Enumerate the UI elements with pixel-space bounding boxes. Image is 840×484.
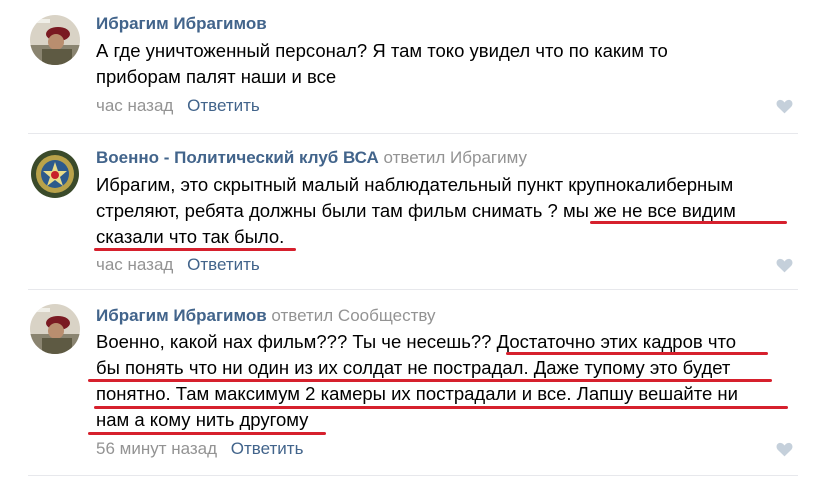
timestamp: час назад [96,96,174,115]
comment-line: бы понять что ни один из их солдат не по… [96,357,731,378]
comment-line: приборам палят наши и все [96,66,337,87]
comment-divider [28,475,798,476]
red-underline [88,432,326,435]
heart-icon[interactable] [776,99,793,114]
comment-meta: час назад Ответить [96,96,260,116]
heart-icon[interactable] [776,258,793,273]
comment-author-line: Ибрагим Ибрагимов [96,14,267,34]
reply-to-label: ответил Сообществу [271,306,436,325]
comment-text: А где уничтоженный персонал? Я там токо … [96,38,796,90]
timestamp: час назад [96,255,174,274]
emblem-avatar-icon [30,149,80,199]
comment-author-line: Военно - Политический клуб ВСА ответил И… [96,148,527,168]
comment-line: Ибрагим, это скрытный малый наблюдательн… [96,174,734,195]
red-underline [590,221,787,224]
avatar[interactable] [30,15,80,65]
heart-icon[interactable] [776,442,793,457]
red-underline [94,406,788,409]
author-name[interactable]: Военно - Политический клуб ВСА [96,148,379,167]
comment: Ибрагим Ибрагимов ответил Сообществу Вое… [0,290,840,484]
comment-author-line: Ибрагим Ибрагимов ответил Сообществу [96,306,436,326]
red-underline [88,379,772,382]
comment-text: Ибрагим, это скрытный малый наблюдательн… [96,172,796,250]
comment-meta: час назад Ответить [96,255,260,275]
soldier-avatar-icon [30,15,80,65]
comment: Военно - Политический клуб ВСА ответил И… [0,135,840,290]
red-underline [94,248,296,251]
reply-to-label: ответил Ибрагиму [383,148,527,167]
reply-link[interactable]: Ответить [231,439,304,458]
comment-divider [28,133,798,134]
soldier-avatar-icon [30,304,80,354]
comment-line: нам а кому нить другому [96,409,309,430]
reply-link[interactable]: Ответить [187,255,260,274]
timestamp: 56 минут назад [96,439,218,458]
comment-meta: 56 минут назад Ответить [96,439,303,459]
comment-line: А где уничтоженный персонал? Я там токо … [96,40,668,61]
reply-link[interactable]: Ответить [187,96,260,115]
avatar[interactable] [30,304,80,354]
comment-line: понятно. Там максимум 2 камеры их постра… [96,383,738,404]
comment-line: сказали что так было. [96,226,285,247]
author-name[interactable]: Ибрагим Ибрагимов [96,14,267,33]
avatar[interactable] [30,149,80,199]
comment: Ибрагим Ибрагимов А где уничтоженный пер… [0,0,840,135]
red-underline [506,352,768,355]
author-name[interactable]: Ибрагим Ибрагимов [96,306,267,325]
